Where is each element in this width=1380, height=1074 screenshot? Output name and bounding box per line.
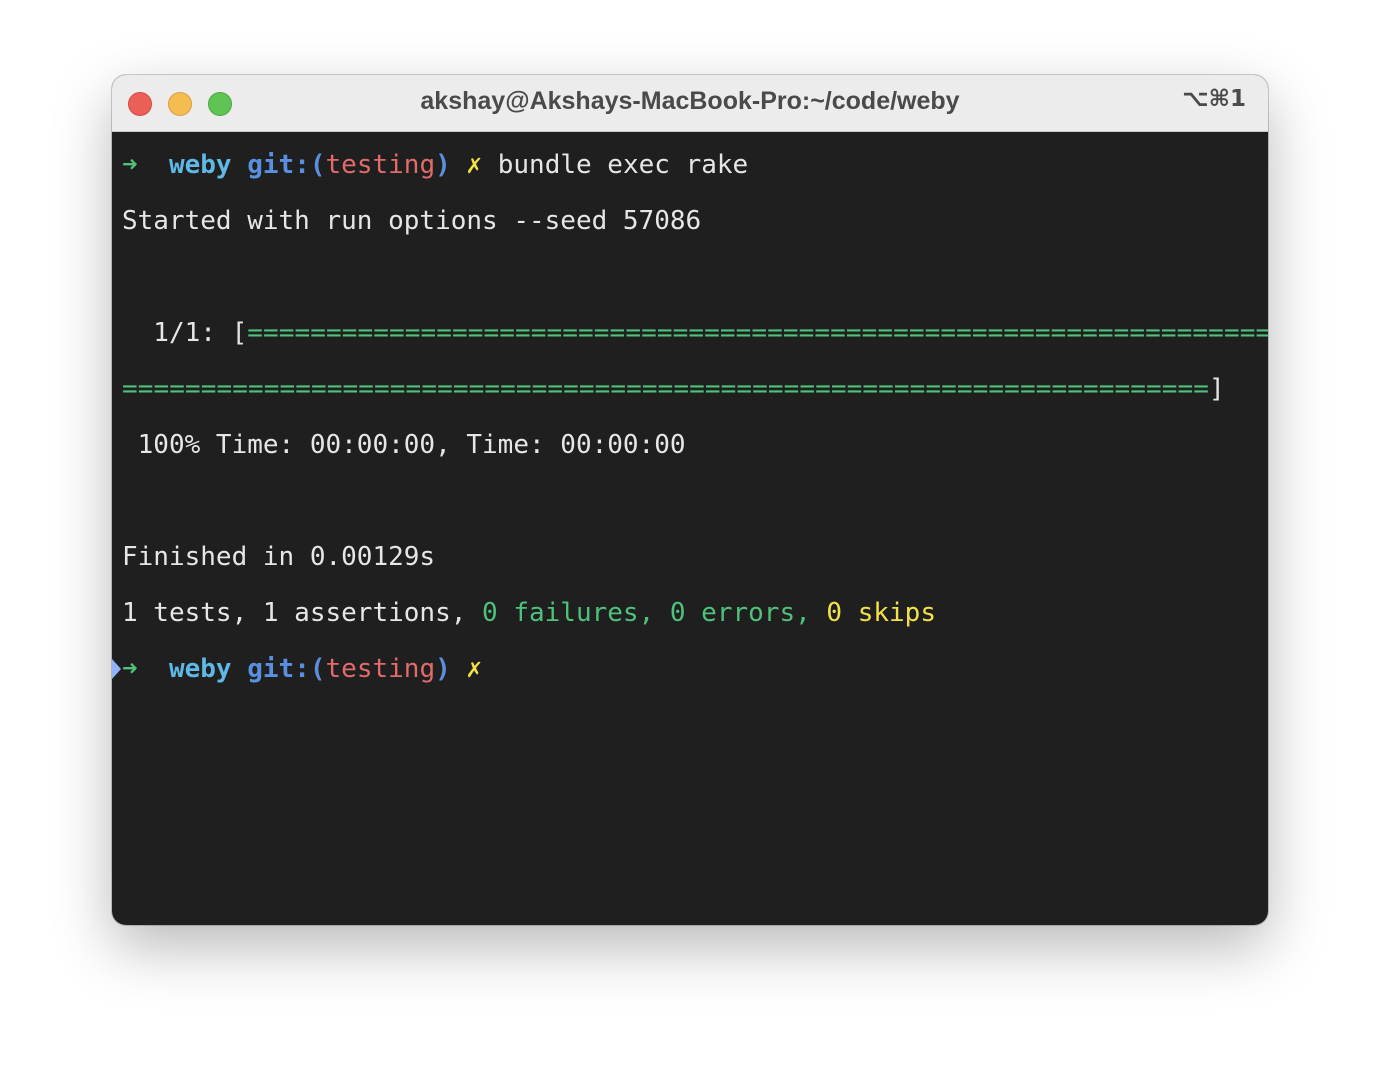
- summary-counts: 1 tests, 1 assertions,: [122, 598, 483, 628]
- progress-close-bracket: ]: [1208, 374, 1225, 404]
- progress-open-bracket: [: [231, 318, 248, 348]
- prompt-git-close: ): [435, 150, 451, 180]
- command-line: ➜ weby git:(testing) ✗ bundle exec rake: [122, 145, 748, 185]
- progress-line-2: ========================================…: [122, 369, 1225, 409]
- prompt-dirty-icon: ✗: [466, 654, 483, 684]
- terminal-window: akshay@Akshays-MacBook-Pro:~/code/weby ⌥…: [112, 75, 1268, 925]
- progress-label: 1/1:: [122, 318, 232, 348]
- prompt-arrow-icon: ➜: [122, 150, 138, 180]
- tab-shortcut-label: ⌥⌘1: [1182, 86, 1246, 112]
- command-text: bundle exec rake: [497, 150, 749, 180]
- seed-line: Started with run options --seed 57086: [122, 206, 702, 236]
- finished-line: Finished in 0.00129s: [122, 542, 436, 572]
- progress-bar-segment-1: ========================================…: [247, 318, 1268, 348]
- progress-bar-segment-2: ========================================…: [122, 374, 1209, 404]
- prompt-dirty-icon: ✗: [466, 150, 483, 180]
- summary-failures-errors: 0 failures, 0 errors,: [482, 598, 827, 628]
- terminal-content[interactable]: ➜ weby git:(testing) ✗ bundle exec rake …: [112, 133, 1268, 925]
- prompt-git-open: git:(: [247, 150, 326, 180]
- time-line: 100% Time: 00:00:00, Time: 00:00:00: [122, 430, 686, 460]
- window-title: akshay@Akshays-MacBook-Pro:~/code/weby: [420, 87, 960, 115]
- progress-line-1: 1/1: [==================================…: [122, 313, 1268, 353]
- prompt-branch: testing: [325, 150, 436, 180]
- active-line-marker-icon: [112, 659, 121, 679]
- prompt-branch: testing: [325, 654, 436, 684]
- prompt-git-open: git:(: [247, 654, 326, 684]
- current-prompt-line[interactable]: ➜ weby git:(testing) ✗: [112, 649, 483, 689]
- prompt-directory: weby: [168, 654, 232, 684]
- summary-line: 1 tests, 1 assertions, 0 failures, 0 err…: [122, 593, 936, 633]
- summary-skips: 0 skips: [826, 598, 936, 628]
- prompt-git-close: ): [435, 654, 451, 684]
- prompt-directory: weby: [168, 150, 232, 180]
- prompt-arrow-icon: ➜: [122, 654, 138, 684]
- title-bar: akshay@Akshays-MacBook-Pro:~/code/weby ⌥…: [112, 75, 1268, 132]
